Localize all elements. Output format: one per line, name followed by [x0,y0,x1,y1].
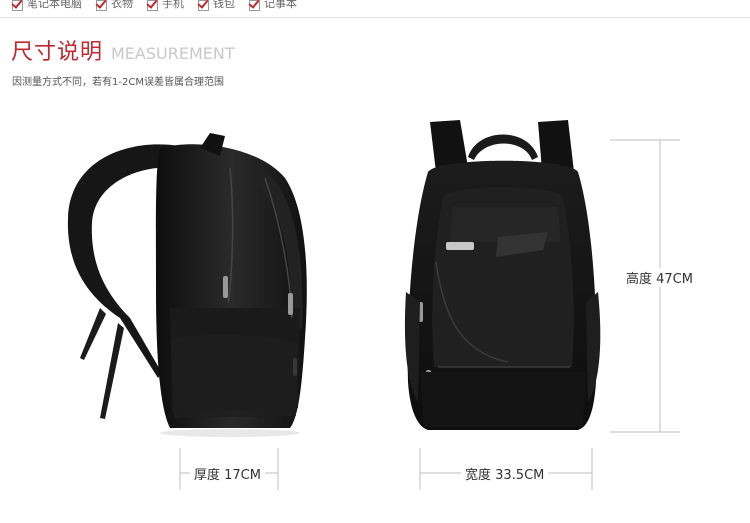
width-label: 宽度 33.5CM [461,464,549,483]
measurement-lines [179,139,680,490]
height-label: 高度 47CM [622,268,697,287]
thickness-label: 厚度 17CM [190,464,265,483]
